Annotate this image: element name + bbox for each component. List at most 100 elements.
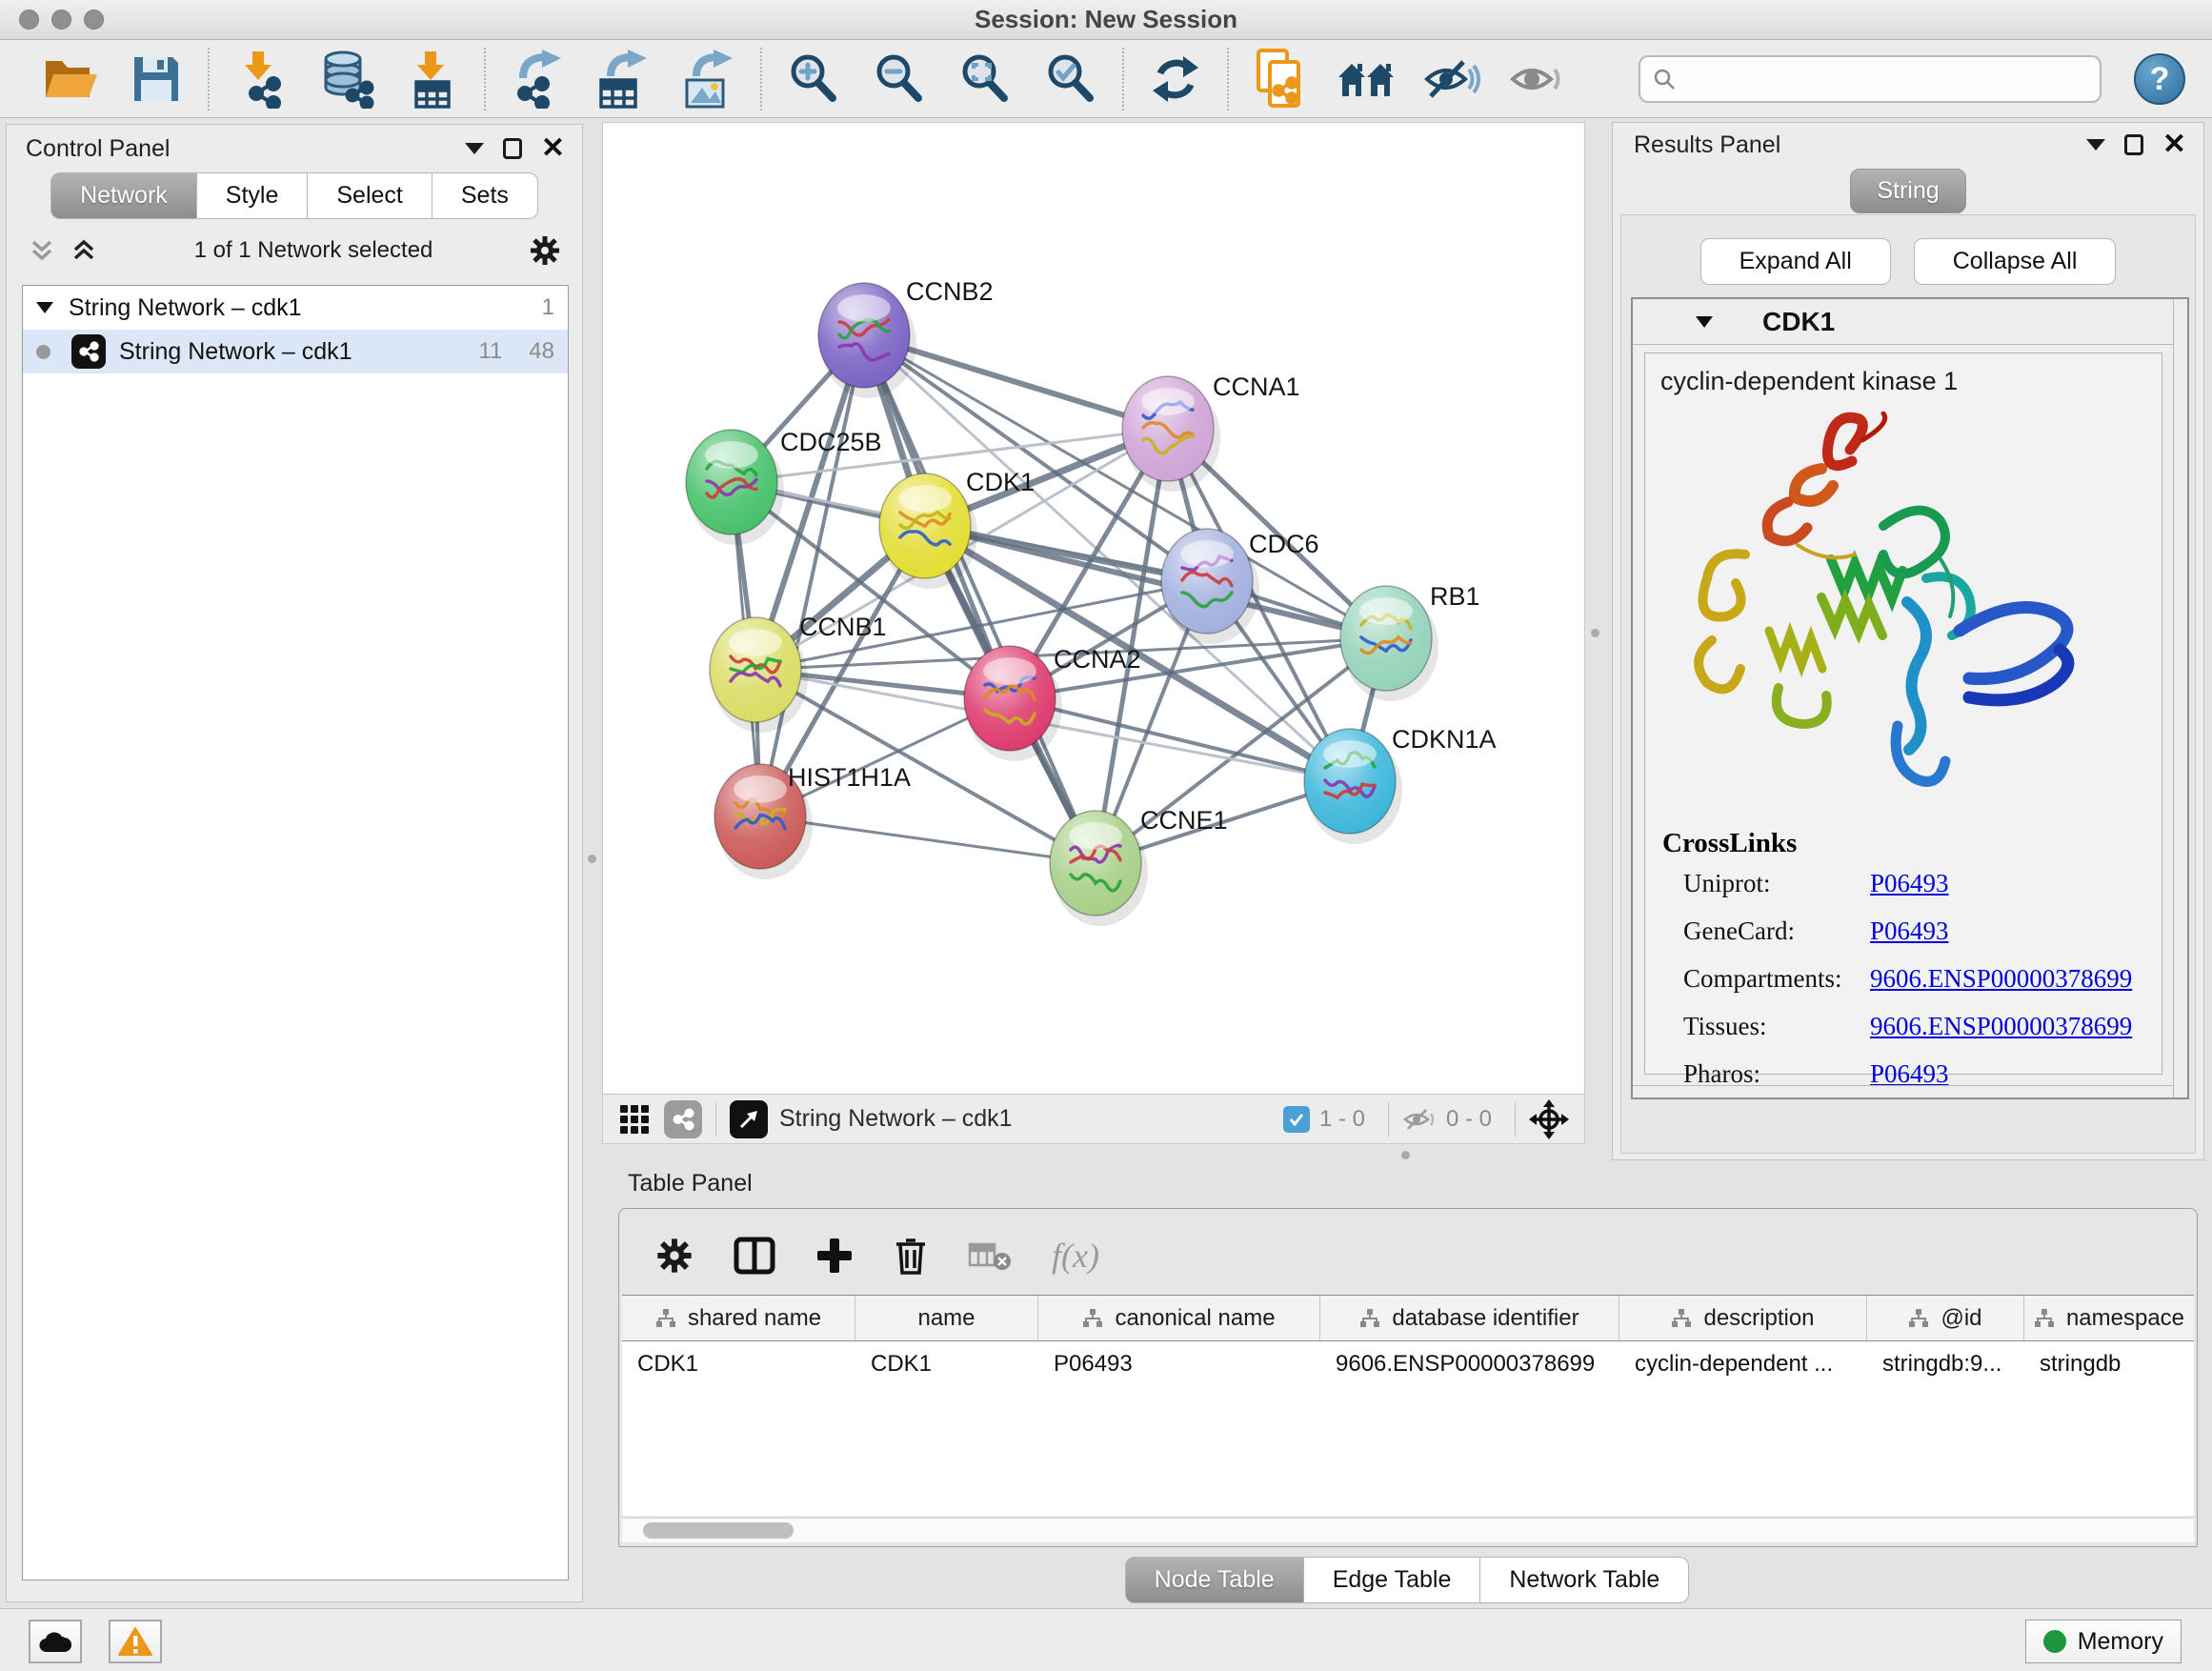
collapse-all-button[interactable]: Collapse All: [1914, 238, 2117, 285]
column-header[interactable]: @id: [1867, 1296, 2024, 1340]
column-header[interactable]: shared name: [622, 1296, 855, 1340]
column-header[interactable]: description: [1619, 1296, 1867, 1340]
crosslink-link[interactable]: P06493: [1870, 869, 1949, 898]
maximize-panel-icon[interactable]: [503, 138, 522, 159]
birdseye-icon[interactable]: [1529, 1099, 1569, 1139]
add-column-icon[interactable]: [815, 1237, 854, 1275]
results-panel-title: Results Panel: [1634, 131, 1780, 159]
results-vertical-scrollbar[interactable]: [2173, 299, 2187, 1097]
close-panel-icon[interactable]: ✕: [541, 134, 565, 163]
network-row[interactable]: String Network – cdk1 11 48: [23, 330, 568, 373]
graph-node-CCNA1[interactable]: CCNA1: [1122, 372, 1300, 492]
function-builder-icon[interactable]: f(x): [1052, 1236, 1099, 1276]
network-share-icon[interactable]: [664, 1100, 702, 1138]
zoom-in-icon[interactable]: [783, 49, 844, 110]
column-header[interactable]: namespace: [2024, 1296, 2194, 1340]
svg-text:CDC25B: CDC25B: [780, 428, 882, 456]
collection-disclosure-icon[interactable]: [36, 302, 53, 313]
float-results-icon[interactable]: [2086, 139, 2105, 151]
current-network-dot: [36, 345, 50, 359]
network-list: String Network – cdk1 1 String Network –…: [22, 285, 569, 1580]
column-header[interactable]: canonical name: [1038, 1296, 1320, 1340]
tab-sets[interactable]: Sets: [432, 172, 538, 219]
delete-table-icon[interactable]: [968, 1238, 1012, 1273]
tab-select[interactable]: Select: [308, 172, 432, 219]
refresh-icon[interactable]: [1145, 49, 1206, 110]
network-graph[interactable]: CCNB2CCNA1CDC25BCDK1CDC6RB1CCNB1CCNA2CDK…: [603, 123, 1584, 1094]
search-input[interactable]: [1677, 66, 2077, 92]
zoom-window-icon[interactable]: [84, 10, 104, 30]
tab-network[interactable]: Network: [50, 172, 197, 219]
crosslink-link[interactable]: 9606.ENSP00000378699: [1870, 964, 2132, 994]
column-type-icon: [2034, 1308, 2055, 1329]
column-header[interactable]: name: [855, 1296, 1038, 1340]
gear-icon[interactable]: [529, 234, 561, 267]
graph-node-CDK1[interactable]: CDK1: [879, 468, 1035, 589]
graph-node-HIST1H1A[interactable]: HIST1H1A: [714, 763, 911, 879]
search-icon: [1652, 67, 1677, 91]
open-session-icon[interactable]: [40, 49, 101, 110]
column-header[interactable]: database identifier: [1320, 1296, 1619, 1340]
table-gear-icon[interactable]: [655, 1237, 694, 1275]
detach-view-icon[interactable]: [730, 1100, 768, 1138]
graph-node-CDC25B[interactable]: CDC25B: [686, 428, 882, 545]
svg-text:HIST1H1A: HIST1H1A: [788, 763, 911, 792]
zoom-fit-icon[interactable]: [955, 49, 1016, 110]
show-columns-icon[interactable]: [734, 1237, 775, 1275]
expand-all-button[interactable]: Expand All: [1700, 238, 1891, 285]
save-session-icon[interactable]: [126, 49, 187, 110]
export-table-icon[interactable]: [593, 49, 654, 110]
tab-network-table[interactable]: Network Table: [1480, 1557, 1689, 1603]
right-splitter-handle[interactable]: [1591, 629, 1599, 637]
table-horizontal-scrollbar[interactable]: [622, 1518, 2194, 1542]
export-image-icon[interactable]: [678, 49, 739, 110]
collapse-all-icon[interactable]: [28, 236, 56, 265]
delete-column-icon[interactable]: [894, 1236, 928, 1276]
help-button[interactable]: ?: [2134, 53, 2185, 105]
svg-text:CCNE1: CCNE1: [1140, 806, 1228, 835]
graph-node-CCNB2[interactable]: CCNB2: [818, 277, 994, 398]
entry-disclosure-icon[interactable]: [1696, 316, 1713, 328]
string-import-icon[interactable]: [1250, 49, 1311, 110]
left-splitter-handle[interactable]: [588, 855, 596, 863]
grid-view-icon[interactable]: [618, 1103, 651, 1136]
minimize-window-icon[interactable]: [51, 10, 71, 30]
table-row[interactable]: CDK1 CDK1 P06493 9606.ENSP00000378699 cy…: [622, 1341, 2194, 1385]
network-collection-row[interactable]: String Network – cdk1 1: [23, 286, 568, 330]
zoom-selected-icon[interactable]: [1040, 49, 1101, 110]
hide-eye-icon[interactable]: [1421, 49, 1482, 110]
memory-button[interactable]: Memory: [2025, 1620, 2182, 1663]
search-box[interactable]: [1639, 55, 2101, 103]
graph-node-CDKN1A[interactable]: CDKN1A: [1304, 725, 1497, 844]
horizontal-splitter-handle[interactable]: [1401, 1151, 1410, 1159]
import-table-icon[interactable]: [402, 49, 463, 110]
import-database-icon[interactable]: [316, 49, 377, 110]
tab-style[interactable]: Style: [197, 172, 309, 219]
scrollbar-thumb[interactable]: [643, 1522, 794, 1539]
close-window-icon[interactable]: [19, 10, 39, 30]
crosslink-link[interactable]: 9606.ENSP00000378699: [1870, 1012, 2132, 1041]
crosslink-link[interactable]: P06493: [1870, 916, 1949, 946]
tab-edge-table[interactable]: Edge Table: [1304, 1557, 1481, 1603]
float-panel-icon[interactable]: [465, 143, 484, 154]
import-network-icon[interactable]: [231, 49, 292, 110]
tab-node-table[interactable]: Node Table: [1125, 1557, 1304, 1603]
export-network-icon[interactable]: [507, 49, 568, 110]
warning-status-button[interactable]: [109, 1620, 162, 1663]
tab-string[interactable]: String: [1850, 169, 1966, 213]
zoom-out-icon[interactable]: [869, 49, 930, 110]
node-entry-card: CDK1 cyclin-dependent kinase 1: [1631, 297, 2189, 1099]
expand-all-icon[interactable]: [70, 236, 98, 265]
window-titlebar: Session: New Session: [0, 0, 2212, 40]
close-results-icon[interactable]: ✕: [2162, 131, 2186, 159]
show-eye-icon[interactable]: [1507, 49, 1568, 110]
crosslink-label: Compartments:: [1683, 964, 1870, 994]
graph-node-RB1[interactable]: RB1: [1340, 582, 1480, 701]
home-pages-icon[interactable]: [1336, 49, 1397, 110]
maximize-results-icon[interactable]: [2124, 134, 2143, 155]
node-entry-header[interactable]: CDK1: [1633, 299, 2187, 345]
selected-checkbox-icon[interactable]: [1283, 1106, 1310, 1133]
cloud-status-button[interactable]: [29, 1620, 82, 1663]
results-horizontal-scrollbar[interactable]: [1633, 1085, 2173, 1097]
graph-node-CCNE1[interactable]: CCNE1: [1050, 806, 1228, 926]
